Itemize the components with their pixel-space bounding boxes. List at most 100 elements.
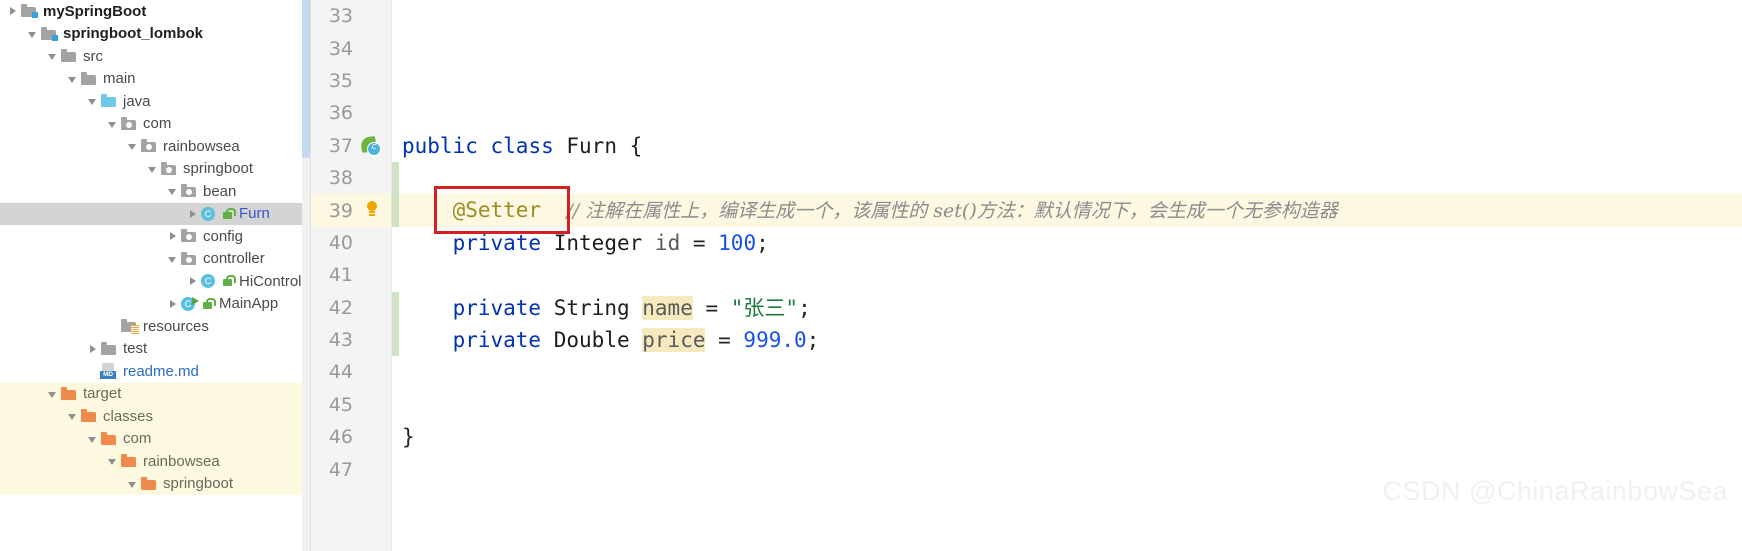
editor-scrollbar[interactable] — [302, 0, 311, 551]
chevron-down-icon[interactable] — [106, 117, 120, 131]
tree-item-target[interactable]: target — [0, 382, 302, 405]
tree-item-test[interactable]: test — [0, 338, 302, 361]
chevron-down-icon[interactable] — [66, 72, 80, 86]
chevron-down-icon[interactable] — [86, 94, 100, 108]
tree-item-java[interactable]: java — [0, 90, 302, 113]
chevron-down-icon[interactable] — [126, 139, 140, 153]
code-line-45[interactable] — [392, 389, 1742, 421]
code-line-41[interactable] — [392, 259, 1742, 291]
tree-item-mainapp[interactable]: MainApp — [0, 293, 302, 316]
tree-item-com[interactable]: com — [0, 427, 302, 450]
folder-icon — [60, 48, 79, 64]
gutter-line-43[interactable]: 43 — [311, 324, 391, 356]
chevron-right-icon[interactable] — [186, 207, 200, 221]
gutter-line-33[interactable]: 33 — [311, 0, 391, 32]
code-token: Double — [553, 327, 630, 352]
chevron-down-icon[interactable] — [26, 27, 40, 41]
tree-item-resources[interactable]: resources — [0, 315, 302, 338]
code-line-46[interactable]: } — [392, 421, 1742, 453]
tree-item-com[interactable]: com — [0, 113, 302, 136]
vcs-change-marker[interactable] — [392, 291, 399, 324]
tree-item-controller[interactable]: controller — [0, 248, 302, 271]
gutter-line-46[interactable]: 46 — [311, 421, 391, 453]
code-token: price — [642, 327, 706, 352]
line-number: 39 — [328, 199, 353, 222]
gutter-gadget-slot — [357, 292, 387, 324]
folder-icon — [100, 341, 119, 357]
tree-item-bean[interactable]: bean — [0, 180, 302, 203]
chevron-down-icon[interactable] — [46, 387, 60, 401]
gutter-line-37[interactable]: 37 C — [311, 130, 391, 162]
package-badge-icon — [186, 256, 192, 263]
tree-item-rainbowsea[interactable]: rainbowsea — [0, 450, 302, 473]
tree-item-label: main — [103, 70, 136, 88]
chevron-down-icon[interactable] — [126, 477, 140, 491]
code-line-37[interactable]: public class Furn { — [392, 130, 1742, 162]
package-icon — [120, 116, 139, 132]
tree-item-classes[interactable]: classes — [0, 405, 302, 428]
tree-item-label: target — [83, 385, 122, 403]
tree-item-springboot-lombok[interactable]: springboot_lombok — [0, 23, 302, 46]
tree-item-myspringboot[interactable]: mySpringBoot — [0, 0, 302, 23]
code-token: name — [642, 295, 693, 320]
code-line-38[interactable] — [392, 161, 1742, 195]
chevron-right-icon[interactable] — [86, 342, 100, 356]
tree-item-config[interactable]: config — [0, 225, 302, 248]
tree-item-hicontrolle[interactable]: HiControlle — [0, 270, 302, 293]
code-line-42[interactable]: private String name = "张三"; — [392, 291, 1742, 324]
vcs-change-marker[interactable] — [392, 323, 399, 357]
chevron-down-icon[interactable] — [66, 409, 80, 423]
gutter-line-44[interactable]: 44 — [311, 356, 391, 388]
gutter-line-38[interactable]: 38 — [311, 162, 391, 194]
lightbulb-icon[interactable] — [357, 194, 387, 226]
chevron-right-icon[interactable] — [166, 297, 180, 311]
gutter-line-35[interactable]: 35 — [311, 65, 391, 97]
chevron-right-icon[interactable] — [186, 274, 200, 288]
spring-bean-icon[interactable]: C — [360, 135, 381, 156]
code-token: String — [553, 295, 630, 320]
code-line-35[interactable] — [392, 65, 1742, 97]
chevron-right-icon[interactable] — [6, 4, 20, 18]
vcs-change-marker[interactable] — [392, 194, 399, 227]
gutter-line-47[interactable]: 47 — [311, 453, 391, 485]
code-line-36[interactable] — [392, 97, 1742, 129]
chevron-down-icon[interactable] — [166, 184, 180, 198]
gutter-line-42[interactable]: 42 — [311, 292, 391, 324]
code-line-33[interactable] — [392, 0, 1742, 32]
code-line-40[interactable]: private Integer id = 100; — [392, 227, 1742, 259]
gutter-line-36[interactable]: 36 — [311, 97, 391, 129]
spring-class-icon[interactable]: C — [357, 130, 387, 162]
code-line-39[interactable]: @Setter // 注解在属性上，编译生成一个，该属性的 set()方法：默认… — [392, 194, 1742, 227]
chevron-down-icon[interactable] — [166, 252, 180, 266]
tree-item-main[interactable]: main — [0, 68, 302, 91]
gutter-line-39[interactable]: 39 — [311, 194, 391, 227]
gutter-line-40[interactable]: 40 — [311, 227, 391, 259]
intention-bulb-icon[interactable] — [365, 201, 379, 219]
line-number: 40 — [328, 231, 353, 254]
code-line-43[interactable]: private Double price = 999.0; — [392, 323, 1742, 357]
code-line-34[interactable] — [392, 32, 1742, 64]
gutter-line-34[interactable]: 34 — [311, 32, 391, 64]
editor-gutter[interactable]: 33 34 35 36 37 C 38 39 40 41 42 43 44 45 46 47 — [311, 0, 392, 551]
scrollbar-thumb[interactable] — [302, 0, 310, 158]
tree-item-src[interactable]: src — [0, 45, 302, 68]
chevron-down-icon[interactable] — [106, 454, 120, 468]
chevron-right-icon[interactable] — [166, 229, 180, 243]
tree-item-springboot[interactable]: springboot — [0, 472, 302, 495]
vcs-change-marker[interactable] — [392, 161, 399, 195]
code-token: ; — [798, 295, 811, 320]
gutter-line-41[interactable]: 41 — [311, 259, 391, 291]
project-tree-panel[interactable]: mySpringBoot springboot_lombok src main java… — [0, 0, 302, 551]
chevron-down-icon[interactable] — [46, 49, 60, 63]
tree-item-readme-md[interactable]: readme.md — [0, 360, 302, 383]
code-editor-surface[interactable]: public class Furn { @Setter // 注解在属性上，编译… — [392, 0, 1742, 551]
chevron-down-icon[interactable] — [86, 432, 100, 446]
gutter-line-45[interactable]: 45 — [311, 389, 391, 421]
chevron-down-icon[interactable] — [146, 162, 160, 176]
tree-item-rainbowsea[interactable]: rainbowsea — [0, 135, 302, 158]
code-line-44[interactable] — [392, 356, 1742, 388]
tree-item-furn[interactable]: Furn — [0, 202, 302, 225]
resources-folder-icon — [120, 318, 139, 335]
tree-item-springboot[interactable]: springboot — [0, 158, 302, 181]
